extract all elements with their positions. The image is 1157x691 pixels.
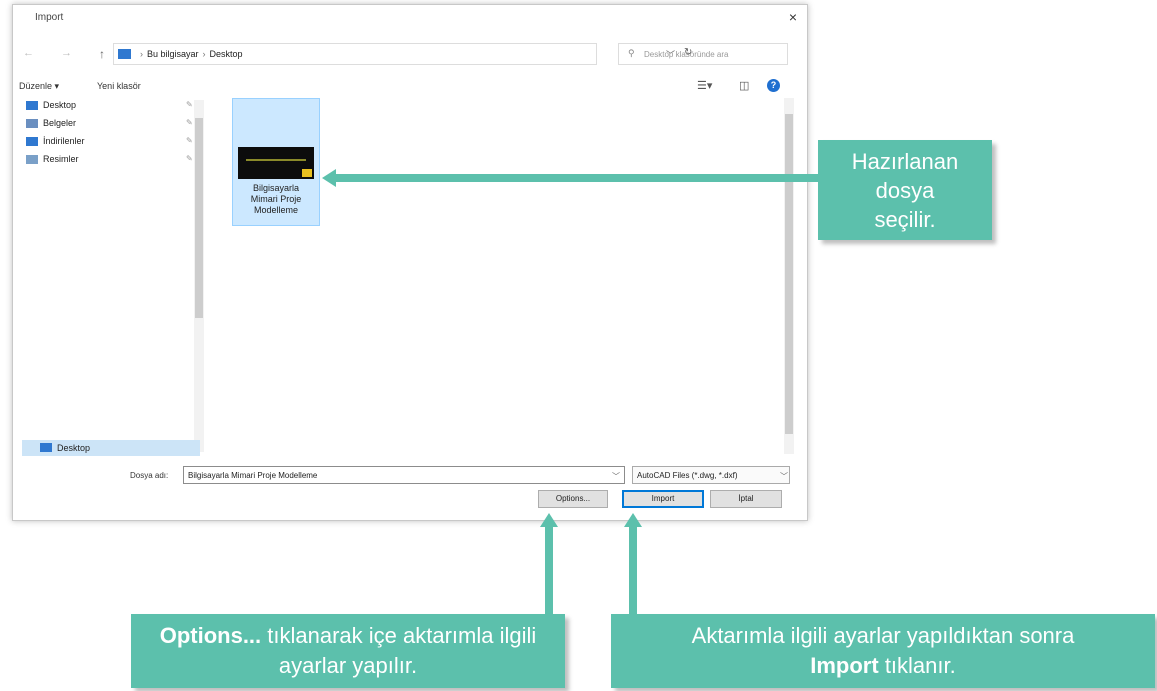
up-arrow-icon[interactable]: ↑ bbox=[99, 47, 105, 61]
file-item-selected[interactable]: Bilgisayarla Mimari Proje Modelleme bbox=[232, 98, 320, 226]
filetype-select[interactable]: AutoCAD Files (*.dwg, *.dxf) bbox=[632, 466, 790, 484]
breadcrumb: › Bu bilgisayar › Desktop bbox=[136, 49, 243, 59]
callout-line: seçilir. bbox=[874, 207, 936, 232]
callout-line: Hazırlanan bbox=[851, 149, 959, 174]
callout-arrow-options bbox=[545, 526, 553, 618]
callout-bold: Options... bbox=[159, 623, 262, 648]
address-bar[interactable]: › Bu bilgisayar › Desktop ﹀ ↻ bbox=[113, 43, 692, 65]
pin-icon[interactable]: ✎ bbox=[186, 154, 193, 163]
file-name: Bilgisayarla Mimari Proje Modelleme bbox=[233, 183, 319, 216]
new-folder-button[interactable]: Yeni klasör bbox=[97, 81, 141, 91]
desktop-folder-icon bbox=[26, 101, 38, 111]
file-name-line: Bilgisayarla bbox=[252, 183, 300, 193]
callout-line: Aktarımla ilgili ayarlar yapıldıktan son… bbox=[691, 623, 1075, 648]
callout-arrowhead bbox=[322, 169, 336, 187]
dialog-title: Import bbox=[35, 12, 64, 23]
chevron-down-icon[interactable]: ﹀ bbox=[612, 471, 620, 482]
nav-item-desktop-bottom[interactable]: Desktop bbox=[22, 440, 200, 456]
thumbnail-drawing bbox=[246, 159, 306, 161]
options-button[interactable]: Options... bbox=[538, 490, 608, 508]
forward-arrow-icon[interactable]: → bbox=[61, 47, 72, 59]
filename-input[interactable]: Bilgisayarla Mimari Proje Modelleme bbox=[183, 466, 625, 484]
nav-item-desktop[interactable]: Desktop ✎ bbox=[26, 100, 193, 114]
preview-pane-icon[interactable]: ◫ bbox=[739, 79, 749, 92]
file-name-line: Mimari Proje bbox=[250, 194, 302, 204]
pin-icon[interactable]: ✎ bbox=[186, 118, 193, 127]
back-arrow-icon[interactable]: ← bbox=[23, 47, 34, 59]
breadcrumb-item-computer[interactable]: Bu bilgisayar bbox=[147, 49, 199, 59]
callout-text: tıklanır. bbox=[878, 653, 956, 678]
nav-scrollbar-thumb[interactable] bbox=[195, 118, 203, 318]
downloads-icon bbox=[26, 137, 38, 147]
callout-arrowhead bbox=[624, 513, 642, 527]
nav-item-downloads[interactable]: İndirilenler ✎ bbox=[26, 136, 193, 150]
search-placeholder: Desktop klasöründe ara bbox=[644, 50, 729, 59]
callout-options: Options... tıklanarak içe aktarımla ilgi… bbox=[131, 614, 565, 688]
callout-bold: Import bbox=[810, 653, 879, 678]
search-icon: ⚲ bbox=[628, 48, 635, 58]
breadcrumb-separator: › bbox=[140, 49, 143, 59]
desktop-folder-icon bbox=[40, 443, 52, 452]
nav-item-label: Resimler bbox=[43, 154, 79, 164]
import-button[interactable]: Import bbox=[622, 490, 704, 508]
nav-item-label: Desktop bbox=[57, 443, 91, 453]
nav-item-label: Desktop bbox=[43, 100, 77, 110]
navigation-pane: Desktop ✎ Belgeler ✎ İndirilenler ✎ Resi… bbox=[22, 94, 208, 452]
close-icon[interactable]: × bbox=[789, 9, 797, 25]
callout-file-selected: Hazırlanan dosya seçilir. bbox=[818, 140, 992, 240]
callout-arrowhead bbox=[540, 513, 558, 527]
cancel-button[interactable]: İptal bbox=[710, 490, 782, 508]
nav-item-label: Belgeler bbox=[43, 118, 77, 128]
pin-icon[interactable]: ✎ bbox=[186, 136, 193, 145]
thumbnail-marker bbox=[302, 169, 312, 177]
callout-line: ayarlar yapılır. bbox=[278, 653, 418, 678]
nav-item-documents[interactable]: Belgeler ✎ bbox=[26, 118, 193, 132]
filename-label: Dosya adı: bbox=[130, 471, 169, 480]
view-options-icon[interactable]: ☰▾ bbox=[697, 79, 712, 92]
documents-icon bbox=[26, 119, 38, 129]
content-scrollbar-thumb[interactable] bbox=[785, 114, 793, 434]
dwg-thumbnail bbox=[238, 147, 314, 179]
callout-line: Import tıklanır. bbox=[611, 651, 1155, 681]
organize-button[interactable]: Düzenle ▾ bbox=[19, 81, 59, 92]
callout-arrow-import bbox=[629, 526, 637, 618]
file-name-line: Modelleme bbox=[253, 205, 299, 215]
callout-line: dosya bbox=[875, 178, 935, 203]
callout-import: Aktarımla ilgili ayarlar yapıldıktan son… bbox=[611, 614, 1155, 688]
bottom-bar: Dosya adı: Bilgisayarla Mimari Proje Mod… bbox=[12, 466, 806, 516]
pictures-icon bbox=[26, 155, 38, 165]
help-icon[interactable]: ? bbox=[767, 79, 780, 92]
nav-item-pictures[interactable]: Resimler ✎ bbox=[26, 154, 193, 168]
breadcrumb-item-desktop[interactable]: Desktop bbox=[210, 49, 243, 59]
breadcrumb-separator: › bbox=[202, 49, 206, 59]
callout-line: Options... tıklanarak içe aktarımla ilgi… bbox=[131, 621, 565, 651]
callout-arrow-horizontal bbox=[336, 174, 826, 182]
chevron-down-icon[interactable]: ﹀ bbox=[780, 471, 788, 482]
callout-text: tıklanarak içe aktarımla ilgili bbox=[261, 623, 537, 648]
nav-item-label: İndirilenler bbox=[43, 136, 85, 146]
computer-icon bbox=[118, 49, 131, 59]
navigation-bar: ← → ↑ › Bu bilgisayar › Desktop ﹀ ↻ ⚲ Deskt… bbox=[13, 43, 807, 67]
search-input[interactable]: ⚲ Desktop klasöründe ara bbox=[618, 43, 788, 65]
pin-icon[interactable]: ✎ bbox=[186, 100, 193, 109]
